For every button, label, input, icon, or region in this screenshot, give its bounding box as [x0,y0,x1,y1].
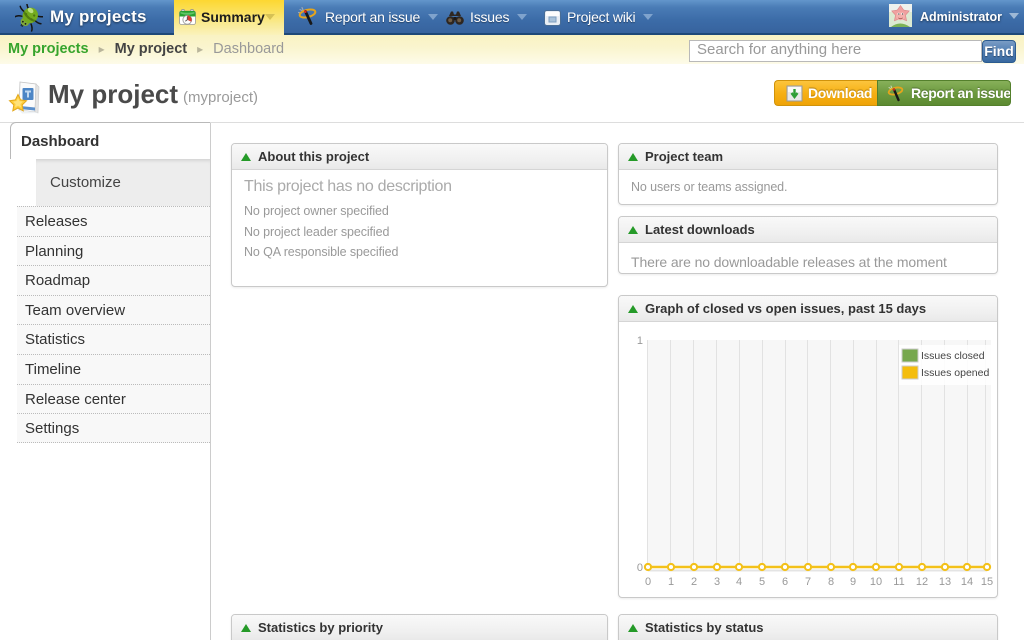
svg-text:10: 10 [870,576,882,588]
svg-text:14: 14 [961,576,973,588]
svg-text:12: 12 [916,576,928,588]
svg-text:15: 15 [981,576,993,588]
svg-text:Issues closed: Issues closed [921,350,985,362]
svg-text:11: 11 [893,576,904,588]
svg-text:1: 1 [637,335,643,347]
svg-text:13: 13 [939,576,951,588]
svg-text:4: 4 [736,576,742,588]
svg-text:0: 0 [645,576,651,588]
svg-text:6: 6 [782,576,788,588]
svg-text:0: 0 [637,562,643,574]
svg-text:Issues opened: Issues opened [921,367,989,379]
svg-text:8: 8 [828,576,834,588]
svg-text:2: 2 [691,576,697,588]
svg-text:1: 1 [668,576,674,588]
svg-text:7: 7 [805,576,811,588]
svg-text:9: 9 [850,576,856,588]
svg-text:5: 5 [759,576,765,588]
svg-text:3: 3 [714,576,720,588]
